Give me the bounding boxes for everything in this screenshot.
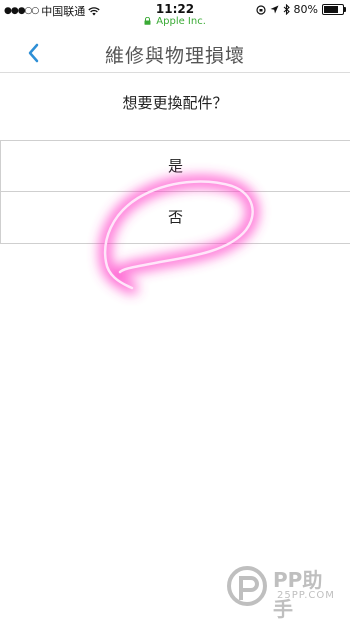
option-no-label: 否 bbox=[167, 208, 183, 226]
rotation-lock-icon bbox=[255, 4, 266, 15]
battery-percentage: 80% bbox=[293, 3, 318, 16]
status-right: 80% bbox=[255, 3, 346, 16]
watermark-site: 25PP.COM bbox=[277, 590, 335, 601]
pp-logo-icon bbox=[227, 566, 267, 606]
page-title: 維修與物理損壞 bbox=[104, 45, 245, 67]
battery-level bbox=[324, 6, 339, 13]
bluetooth-icon bbox=[283, 4, 290, 15]
url-domain: Apple Inc. bbox=[156, 16, 206, 27]
watermark: PP助手 25PP.COM bbox=[225, 564, 340, 621]
battery-tip bbox=[344, 7, 346, 12]
nav-bar: 維修與物理損壞 bbox=[0, 34, 350, 73]
battery-icon bbox=[322, 4, 346, 15]
option-yes-button[interactable]: 是 bbox=[0, 140, 350, 193]
url-bar[interactable]: Apple Inc. bbox=[0, 16, 350, 30]
location-icon bbox=[270, 5, 279, 14]
option-no-button[interactable]: 否 bbox=[0, 191, 350, 244]
lock-icon bbox=[144, 16, 151, 25]
option-yes-label: 是 bbox=[167, 157, 183, 175]
question-text: 想要更換配件？ bbox=[122, 94, 228, 112]
